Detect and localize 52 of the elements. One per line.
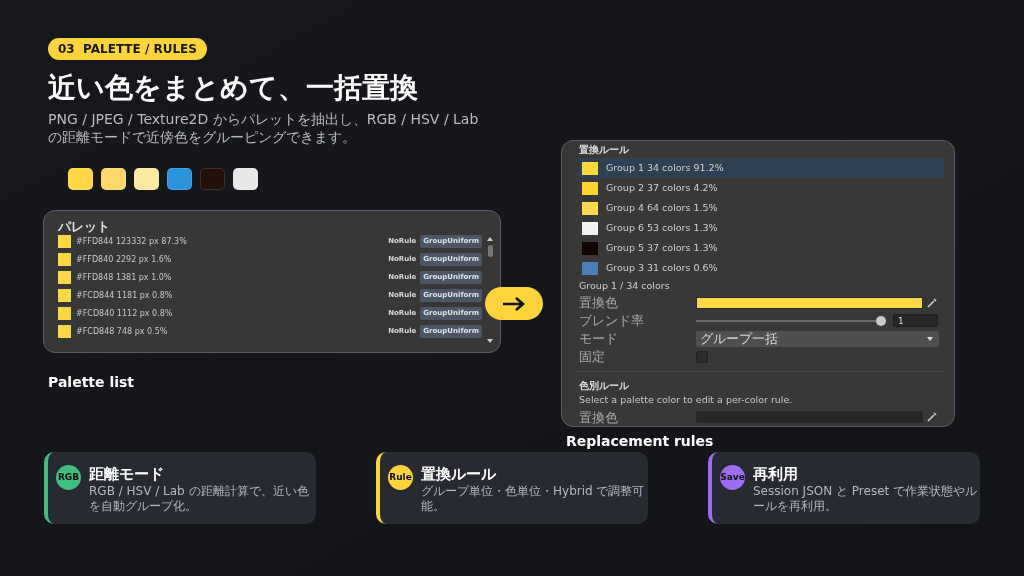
- scrollbar-thumb[interactable]: [487, 245, 493, 257]
- eyedropper-icon[interactable]: [926, 411, 938, 423]
- palette-entry[interactable]: #FCD840 1112 px 0.8%: [76, 307, 173, 320]
- group-label: Group 4 64 colors 1.5%: [606, 200, 718, 215]
- group-row[interactable]: Group 4 64 colors 1.5%: [579, 198, 944, 218]
- section-header: 色別ルール: [579, 380, 629, 393]
- group-row[interactable]: Group 3 31 colors 0.6%: [579, 258, 944, 278]
- card-text: RGB / HSV / Lab の距離計算で、近い色を自動グループ化。: [89, 484, 310, 514]
- number-field[interactable]: 1: [893, 314, 938, 328]
- palette-entry[interactable]: #FFD848 1381 px 1.0%: [76, 271, 172, 284]
- group-row[interactable]: Group 5 37 colors 1.3%: [579, 238, 944, 258]
- group-title: Group 1 / 34 colors: [579, 279, 670, 293]
- description-text: PNG / JPEG / Texture2D からパレットを抽出し、RGB / HSV / Lab の距離モードで近傍色をグルーピングできます。: [48, 110, 480, 146]
- mode-dropdown[interactable]: グループ一括: [696, 330, 939, 347]
- card-title: 再利用: [753, 465, 798, 483]
- hint-text: Select a palette color to edit a per-color rule.: [579, 393, 793, 408]
- field-label: 置換色: [579, 409, 619, 425]
- eyedropper-icon[interactable]: [926, 296, 938, 309]
- group-row[interactable]: Group 1 34 colors 91.2%: [579, 158, 944, 178]
- panel-caption: Palette list: [48, 373, 134, 392]
- slide-title: 近い色をまとめて、一括置換: [48, 70, 419, 106]
- field-label: ブレンド率: [579, 313, 645, 329]
- palette-entry[interactable]: #FFD844 123332 px 87.3%: [76, 235, 187, 248]
- scroll-up-icon[interactable]: [487, 237, 493, 241]
- slider-thumb[interactable]: [876, 315, 886, 326]
- field-label: 置換色: [579, 295, 619, 311]
- scroll-down-icon[interactable]: [487, 339, 493, 343]
- panel-header: 置換ルール: [579, 144, 629, 156]
- feature-badge: RGB: [56, 465, 81, 490]
- palette-entry[interactable]: #FCD848 748 px 0.5%: [76, 325, 168, 338]
- group-label: Group 6 53 colors 1.3%: [606, 220, 718, 235]
- card-title: 距離モード: [89, 465, 164, 483]
- field-label: 固定: [579, 349, 606, 365]
- panel-header: パレット: [58, 220, 111, 233]
- palette-entry[interactable]: #FCD844 1181 px 0.8%: [76, 289, 173, 302]
- group-label: Group 5 37 colors 1.3%: [606, 240, 718, 255]
- group-label: Group 3 31 colors 0.6%: [606, 260, 718, 275]
- group-row[interactable]: Group 2 37 colors 4.2%: [579, 178, 944, 198]
- group-label: Group 1 34 colors 91.2%: [606, 160, 724, 175]
- palette-entry[interactable]: #FFD840 2292 px 1.6%: [76, 253, 172, 266]
- color-field[interactable]: [696, 296, 923, 309]
- panel-caption: Replacement rules: [566, 432, 714, 451]
- feature-badge: Save: [720, 465, 745, 490]
- card-text: グループ単位・色単位・Hybrid で調整可能。: [421, 484, 646, 514]
- feature-badge: Rule: [388, 465, 413, 490]
- card-title: 置換ルール: [421, 465, 496, 483]
- group-label: Group 2 37 colors 4.2%: [606, 180, 718, 195]
- arrow-right-icon: [502, 296, 526, 311]
- section-badge: 03 PALETTE / RULES: [48, 38, 207, 60]
- card-text: Session JSON と Preset で作業状態やルールを再利用。: [753, 484, 978, 514]
- group-row[interactable]: Group 6 53 colors 1.3%: [579, 218, 944, 238]
- field-label: モード: [579, 331, 619, 347]
